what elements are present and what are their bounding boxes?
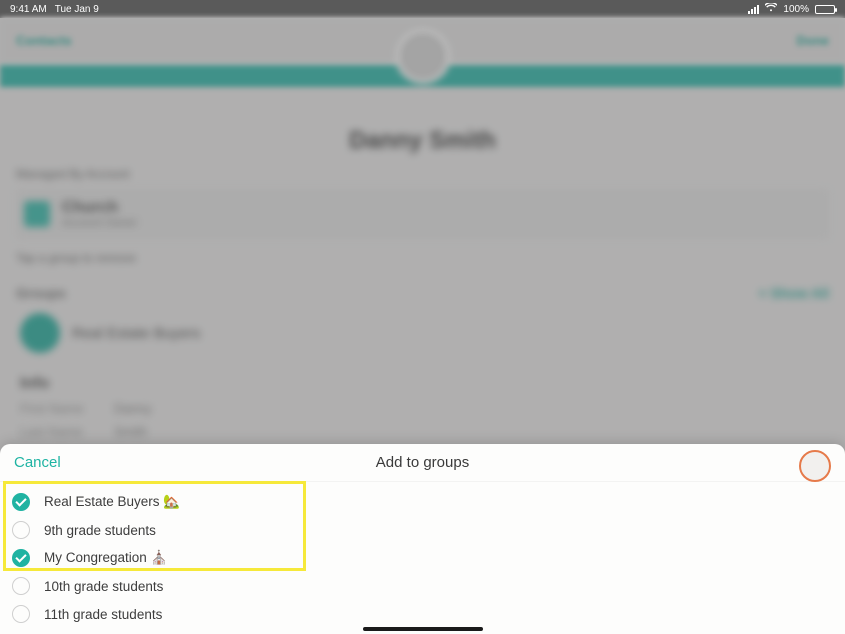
- group-row[interactable]: 9th grade students: [0, 516, 845, 544]
- group-row[interactable]: 11th grade students: [0, 600, 845, 628]
- checkbox-checked-icon[interactable]: [12, 493, 30, 511]
- cancel-button[interactable]: Cancel: [14, 454, 61, 471]
- battery-icon: [815, 5, 835, 14]
- signal-icon: [748, 5, 759, 14]
- group-row[interactable]: Real Estate Buyers 🏡: [0, 488, 845, 516]
- checkbox-checked-icon[interactable]: [12, 549, 30, 567]
- group-label: Real Estate Buyers 🏡: [44, 494, 180, 510]
- group-label: 10th grade students: [44, 579, 163, 594]
- sheet-header: Cancel Add to groups: [0, 444, 845, 482]
- sheet-title: Add to groups: [376, 454, 469, 471]
- home-indicator[interactable]: [363, 627, 483, 631]
- group-label: 9th grade students: [44, 523, 156, 538]
- checkbox-unchecked-icon[interactable]: [12, 521, 30, 539]
- group-label: My Congregation ⛪: [44, 550, 167, 566]
- group-row[interactable]: My Congregation ⛪: [0, 544, 845, 572]
- screen: 9:41 AM Tue Jan 9 100% Contacts Done Dan…: [0, 0, 845, 634]
- group-row[interactable]: 10th grade students: [0, 572, 845, 600]
- contact-avatar-small: [799, 450, 831, 482]
- checkbox-unchecked-icon[interactable]: [12, 577, 30, 595]
- group-label: 11th grade students: [44, 607, 162, 622]
- battery-percent: 100%: [783, 4, 809, 15]
- wifi-icon: [765, 3, 777, 15]
- status-bar: 9:41 AM Tue Jan 9 100%: [0, 0, 845, 18]
- checkbox-unchecked-icon[interactable]: [12, 605, 30, 623]
- add-to-groups-sheet: Cancel Add to groups Real Estate Buyers …: [0, 444, 845, 634]
- status-time: 9:41 AM: [10, 4, 47, 15]
- group-list: Real Estate Buyers 🏡 9th grade students My…: [0, 482, 845, 628]
- status-date: Tue Jan 9: [55, 4, 99, 15]
